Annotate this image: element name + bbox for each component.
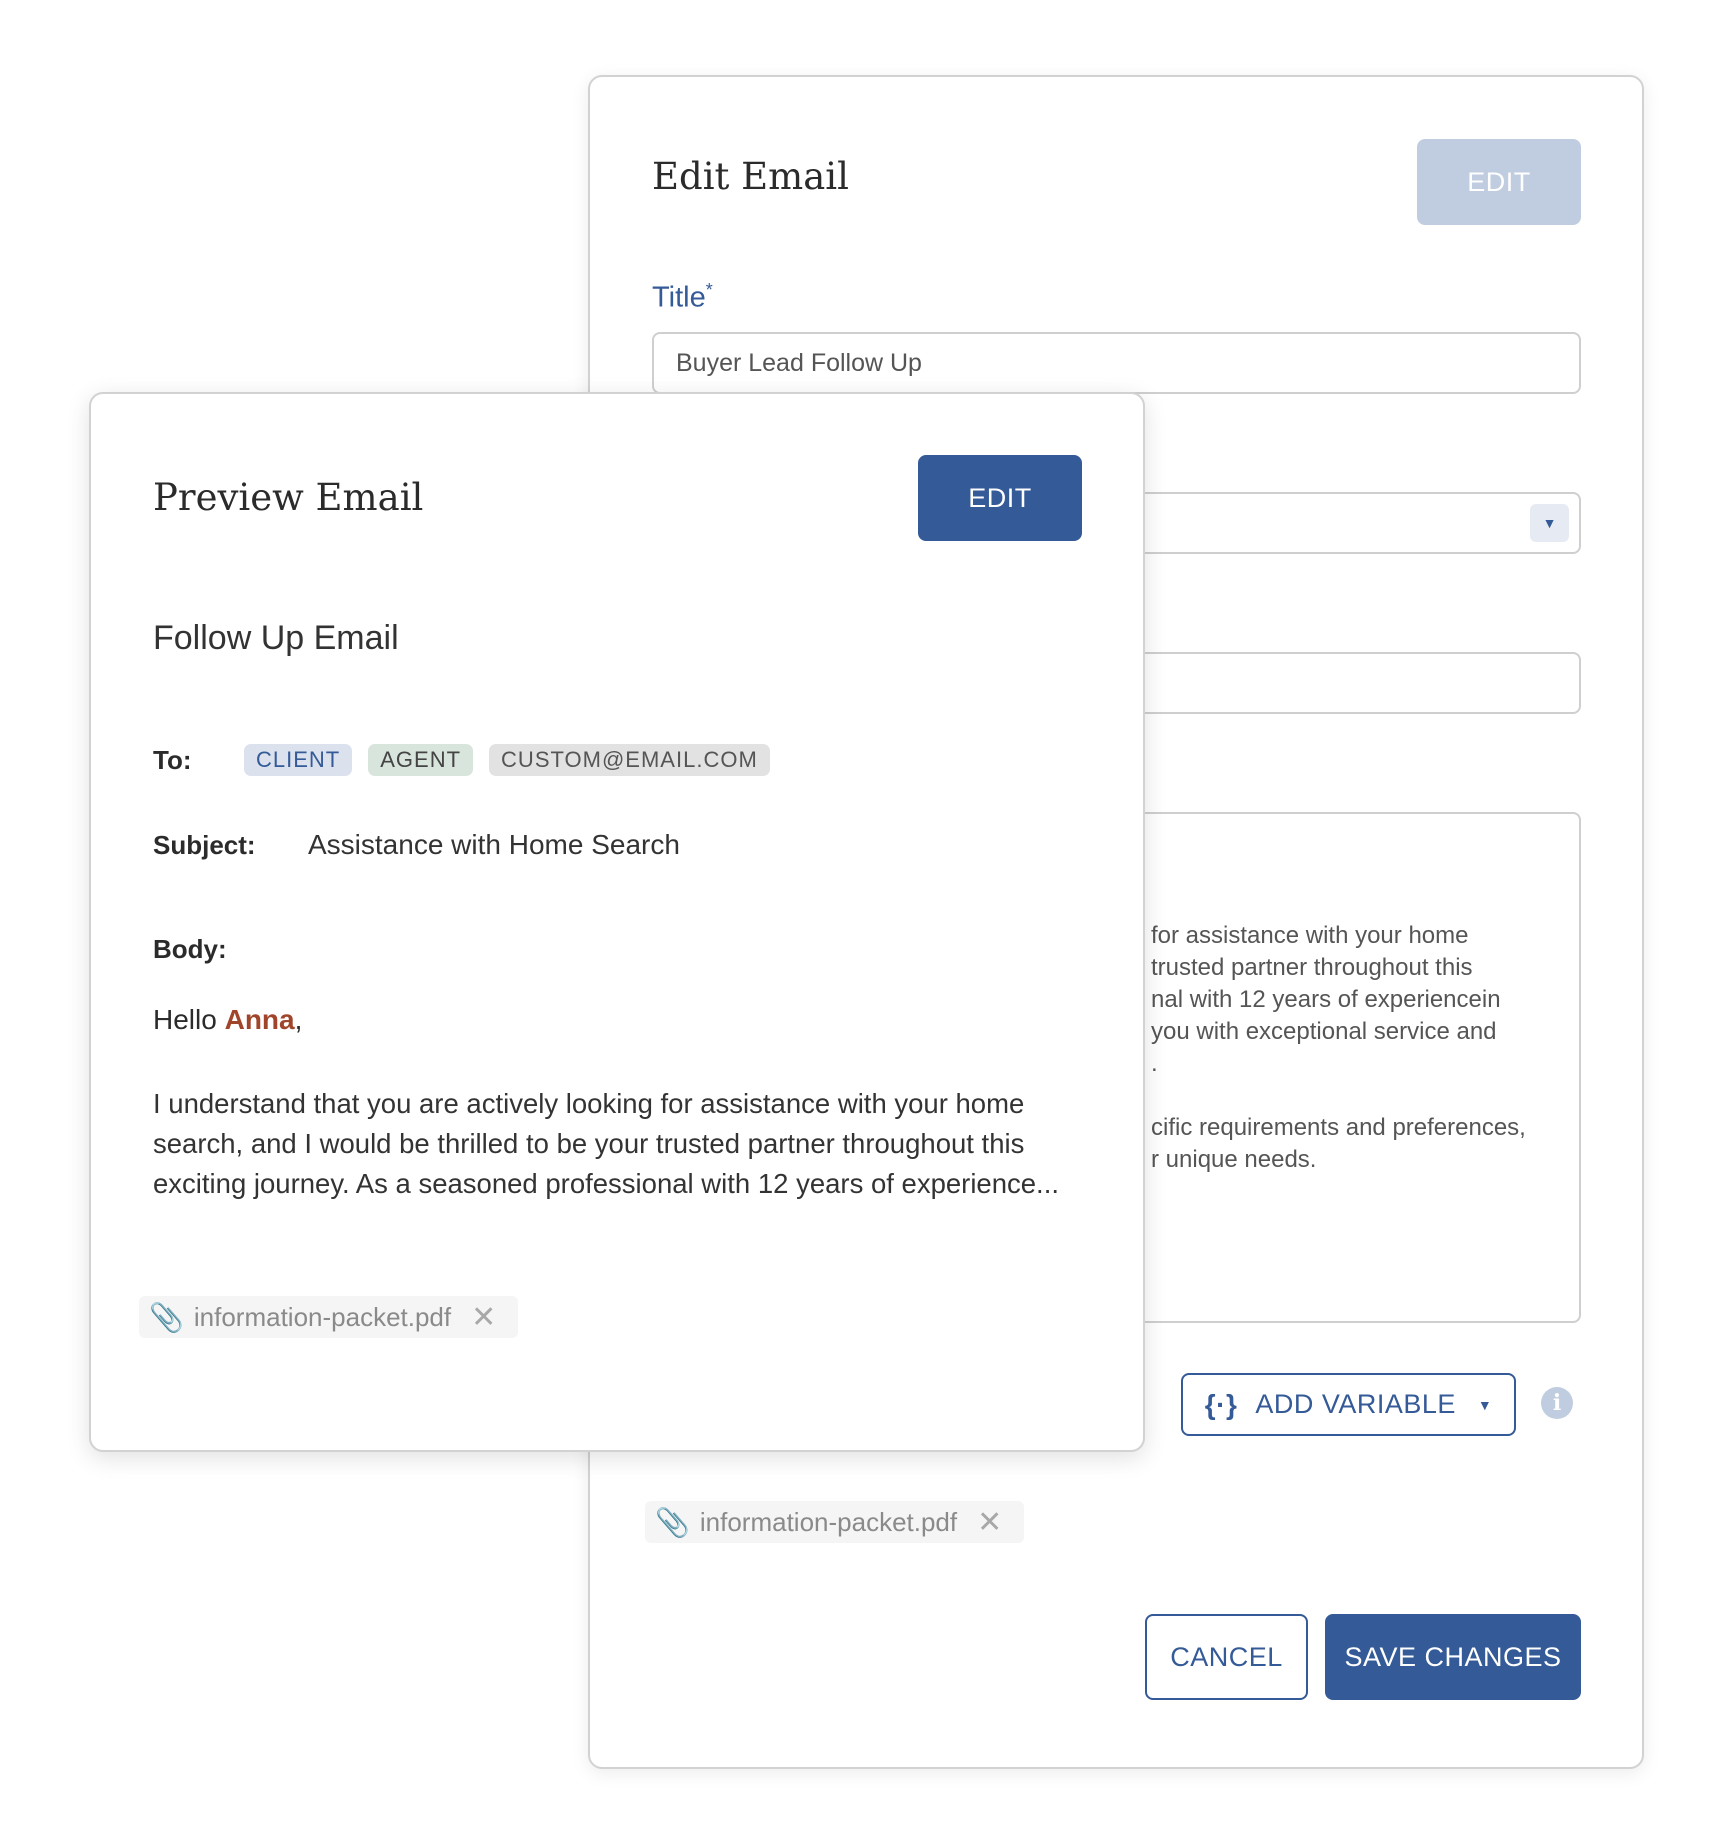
attachment-name: information-packet.pdf <box>699 1506 958 1537</box>
to-row: To: CLIENT AGENT CUSTOM@EMAIL.COM <box>153 744 786 776</box>
edit-button-disabled[interactable]: EDIT <box>1417 139 1581 225</box>
body-label: Body: <box>153 934 227 964</box>
body-line: . <box>1151 1050 1158 1077</box>
preview-email-title: Preview Email <box>153 476 424 519</box>
edit-button[interactable]: EDIT <box>918 455 1082 541</box>
info-icon[interactable]: i <box>1541 1387 1573 1419</box>
remove-attachment-icon[interactable]: ✕ <box>471 1300 496 1335</box>
remove-attachment-icon[interactable]: ✕ <box>977 1505 1002 1540</box>
body-line: trusted partner throughout this <box>1151 954 1473 981</box>
preview-email-panel: Preview Email EDIT Follow Up Email To: C… <box>89 392 1145 1452</box>
attachment-name: information-packet.pdf <box>193 1301 452 1332</box>
subject-row: Subject: Assistance with Home Search <box>153 829 680 861</box>
body-line: you with exceptional service and <box>1151 1018 1497 1045</box>
title-label: Title* <box>652 280 713 315</box>
greeting: Hello Anna, <box>153 1004 302 1036</box>
recipient-chip-agent: AGENT <box>368 744 474 776</box>
greeting-text: Hello <box>153 1004 217 1035</box>
dropdown-arrow-icon[interactable]: ▼ <box>1530 504 1569 542</box>
paperclip-icon: 📎 <box>655 1506 690 1538</box>
attachment-chip[interactable]: 📎 information-packet.pdf ✕ <box>139 1296 518 1338</box>
variable-braces-icon: {·} <box>1204 1388 1238 1420</box>
variable-name: Anna <box>224 1004 295 1035</box>
paperclip-icon: 📎 <box>149 1301 184 1333</box>
body-line: cific requirements and preferences, <box>1151 1114 1526 1141</box>
title-label-text: Title <box>652 281 706 314</box>
recipient-chip-custom: CUSTOM@EMAIL.COM <box>489 744 770 776</box>
edit-email-title: Edit Email <box>652 155 849 198</box>
email-name: Follow Up Email <box>153 619 399 657</box>
body-line: nal with 12 years of experiencein <box>1151 986 1501 1013</box>
recipient-chip-client: CLIENT <box>244 744 353 776</box>
title-input-value: Buyer Lead Follow Up <box>676 349 922 377</box>
cancel-button[interactable]: CANCEL <box>1145 1614 1308 1700</box>
body-line: r unique needs. <box>1151 1146 1317 1173</box>
greeting-punct: , <box>294 1004 303 1035</box>
attachment-chip[interactable]: 📎 information-packet.pdf ✕ <box>645 1501 1024 1543</box>
caret-down-icon: ▼ <box>1477 1396 1493 1413</box>
required-mark: * <box>705 280 713 300</box>
title-input[interactable]: Buyer Lead Follow Up <box>652 332 1581 394</box>
to-label: To: <box>153 744 192 775</box>
add-variable-button[interactable]: {·} ADD VARIABLE ▼ <box>1181 1373 1516 1436</box>
subject-label: Subject: <box>153 830 256 860</box>
body-line: for assistance with your home <box>1151 922 1469 949</box>
subject-value: Assistance with Home Search <box>308 829 680 860</box>
add-variable-label: ADD VARIABLE <box>1255 1389 1456 1419</box>
body-text: I understand that you are actively looki… <box>153 1088 1059 1199</box>
save-changes-button[interactable]: SAVE CHANGES <box>1325 1614 1581 1700</box>
